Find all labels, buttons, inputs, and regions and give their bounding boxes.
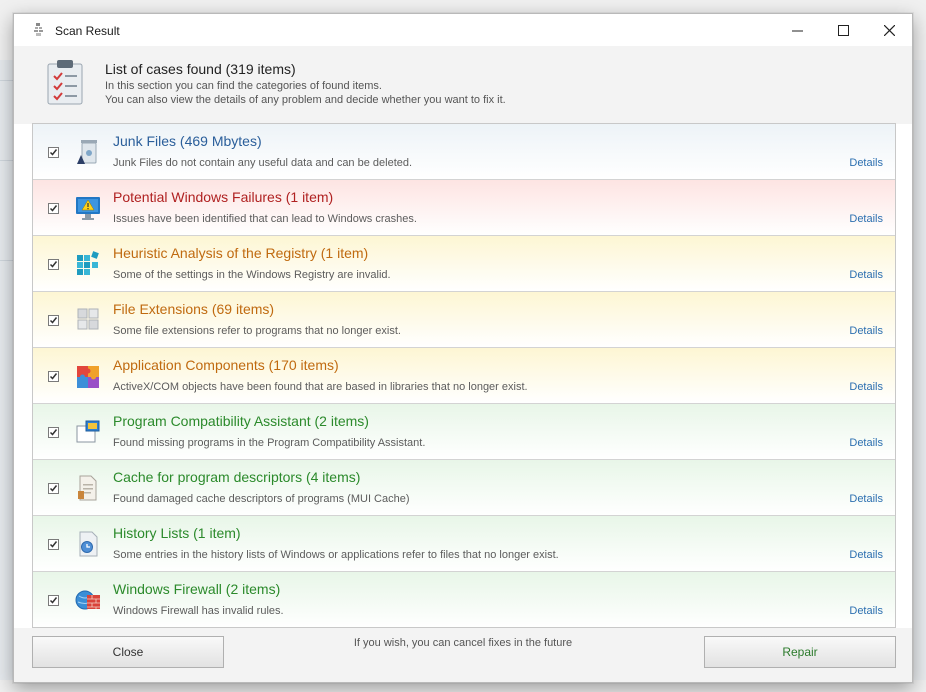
checkmark-icon — [49, 429, 58, 436]
list-item-program-compatibility[interactable]: Program Compatibility Assistant (2 items… — [33, 404, 895, 460]
monitor-warning-icon — [76, 197, 100, 220]
checkmark-icon — [49, 149, 58, 156]
checkbox[interactable] — [48, 427, 59, 438]
checkbox[interactable] — [48, 595, 59, 606]
close-window-button[interactable] — [866, 14, 912, 46]
item-description: ActiveX/COM objects have been found that… — [113, 381, 528, 393]
checkmark-icon — [49, 541, 58, 548]
footer-panel: If you wish, you can cancel fixes in the… — [14, 628, 912, 682]
title-bar: Scan Result — [14, 14, 912, 46]
scan-result-window: Scan Result List of cases found (319 ite… — [13, 13, 913, 683]
list-item-file-extensions[interactable]: File Extensions (69 items) Some file ext… — [33, 292, 895, 348]
category-list: Junk Files (469 Mbytes) Junk Files do no… — [32, 123, 896, 628]
close-icon — [883, 24, 895, 36]
minimize-button[interactable] — [774, 14, 820, 46]
close-button[interactable]: Close — [32, 636, 224, 668]
list-item-junk-files[interactable]: Junk Files (469 Mbytes) Junk Files do no… — [33, 124, 895, 180]
checkbox[interactable] — [48, 371, 59, 382]
details-link[interactable]: Details — [849, 437, 883, 449]
list-item-application-components[interactable]: Application Components (170 items) Activ… — [33, 348, 895, 404]
item-description: Found missing programs in the Program Co… — [113, 437, 426, 449]
details-link[interactable]: Details — [849, 213, 883, 225]
item-description: Some file extensions refer to programs t… — [113, 325, 401, 337]
background-app-right — [914, 60, 926, 680]
item-title: Cache for program descriptors (4 items) — [113, 469, 361, 485]
item-description: Some entries in the history lists of Win… — [113, 549, 559, 561]
checkmark-icon — [49, 373, 58, 380]
item-title: Program Compatibility Assistant (2 items… — [113, 413, 369, 429]
header-subtitle-line2: You can also view the details of any pro… — [105, 94, 506, 106]
maximize-icon — [837, 24, 849, 36]
checkmark-icon — [49, 261, 58, 268]
item-title: Potential Windows Failures (1 item) — [113, 189, 334, 205]
checkbox[interactable] — [48, 483, 59, 494]
app-icon — [34, 23, 43, 36]
details-link[interactable]: Details — [849, 549, 883, 561]
firewall-globe-icon — [75, 590, 100, 610]
item-description: Junk Files do not contain any useful dat… — [113, 157, 413, 169]
checkbox[interactable] — [48, 259, 59, 270]
list-item-windows-failures[interactable]: Potential Windows Failures (1 item) Issu… — [33, 180, 895, 236]
checkbox[interactable] — [48, 147, 59, 158]
list-item-registry[interactable]: Heuristic Analysis of the Registry (1 it… — [33, 236, 895, 292]
checkmark-icon — [49, 317, 58, 324]
maximize-button[interactable] — [820, 14, 866, 46]
details-link[interactable]: Details — [849, 325, 883, 337]
header-panel: List of cases found (319 items) In this … — [14, 46, 912, 124]
checkmark-icon — [49, 597, 58, 604]
list-item-cache-descriptors[interactable]: Cache for program descriptors (4 items) … — [33, 460, 895, 516]
item-description: Found damaged cache descriptors of progr… — [113, 493, 410, 505]
details-link[interactable]: Details — [849, 381, 883, 393]
item-description: Issues have been identified that can lea… — [113, 213, 417, 225]
compatibility-window-icon — [76, 420, 100, 443]
item-description: Windows Firewall has invalid rules. — [113, 605, 284, 617]
checkbox[interactable] — [48, 315, 59, 326]
item-title: Windows Firewall (2 items) — [113, 581, 281, 597]
checkmark-icon — [49, 485, 58, 492]
details-link[interactable]: Details — [849, 269, 883, 281]
item-title: File Extensions (69 items) — [113, 301, 275, 317]
item-title: Application Components (170 items) — [113, 357, 339, 373]
checkmark-icon — [49, 205, 58, 212]
details-link[interactable]: Details — [849, 493, 883, 505]
window-title: Scan Result — [55, 24, 120, 38]
item-description: Some of the settings in the Windows Regi… — [113, 269, 391, 281]
list-item-history-lists[interactable]: History Lists (1 item) Some entries in t… — [33, 516, 895, 572]
puzzle-icon — [77, 366, 99, 388]
background-app-left — [0, 60, 14, 680]
checkbox[interactable] — [48, 539, 59, 550]
registry-blocks-icon — [77, 251, 99, 275]
header-subtitle-line1: In this section you can find the categor… — [105, 80, 382, 92]
item-title: Junk Files (469 Mbytes) — [113, 133, 262, 149]
details-link[interactable]: Details — [849, 157, 883, 169]
checkbox[interactable] — [48, 203, 59, 214]
file-extension-icon — [77, 308, 99, 330]
item-title: Heuristic Analysis of the Registry (1 it… — [113, 245, 369, 261]
document-cache-icon — [78, 475, 97, 501]
clipboard-checklist-icon — [47, 60, 83, 105]
minimize-icon — [791, 30, 803, 31]
recycle-bin-icon — [77, 140, 97, 164]
repair-button[interactable]: Repair — [704, 636, 896, 668]
list-item-windows-firewall[interactable]: Windows Firewall (2 items) Windows Firew… — [33, 572, 895, 627]
history-clock-icon — [79, 531, 98, 557]
details-link[interactable]: Details — [849, 605, 883, 617]
item-title: History Lists (1 item) — [113, 525, 241, 541]
header-title: List of cases found (319 items) — [105, 61, 296, 77]
